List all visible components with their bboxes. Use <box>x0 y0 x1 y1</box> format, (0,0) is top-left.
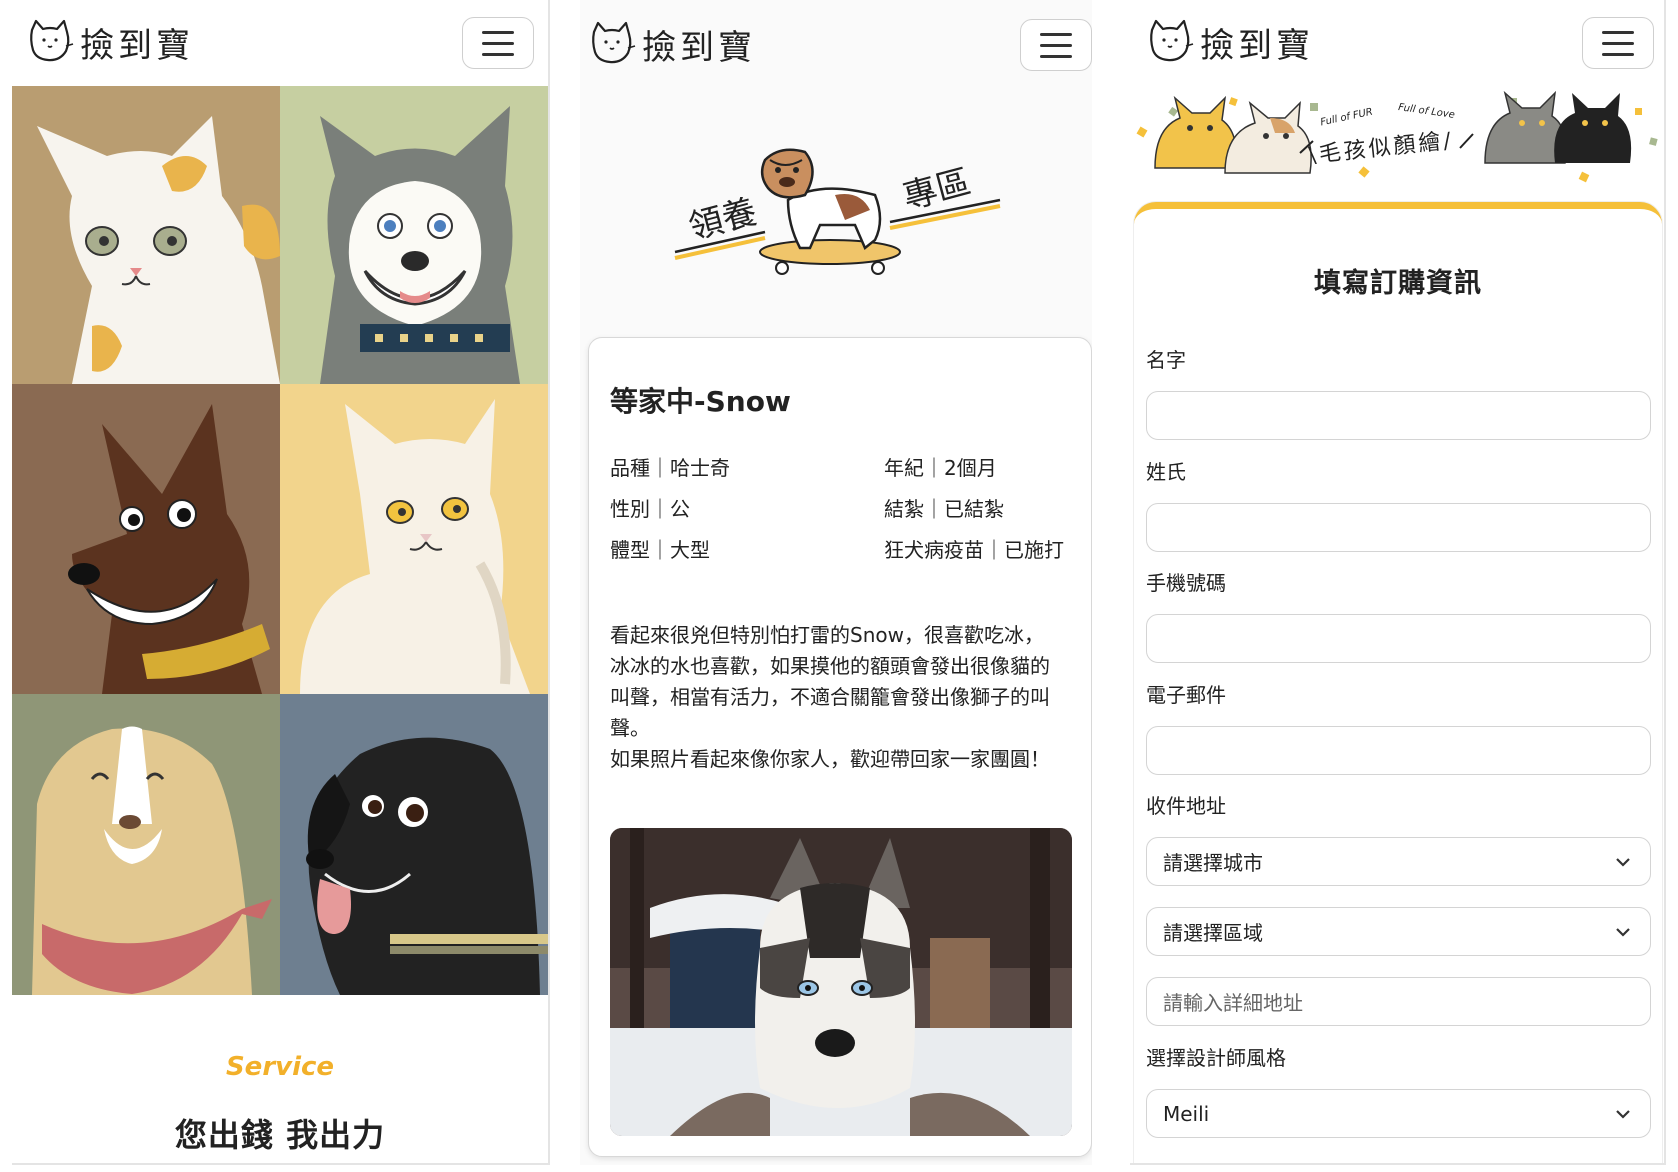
pet-description-line: 叫聲，相當有活力，不適合關籠會發出像獅子的叫 <box>610 685 1050 709</box>
address-input[interactable]: 請輸入詳細地址 <box>1146 977 1651 1026</box>
adoption-screen: 撿到寶 領養 專區 等家中-Snow 品種｜哈士奇 年紀｜2個月 性別｜公 結紮… <box>580 0 1092 1165</box>
city-select-value: 請選擇城市 <box>1163 851 1263 875</box>
menu-line-icon <box>1602 41 1634 45</box>
service-heading-zh: 您出錢 我出力 <box>174 1116 386 1154</box>
cat-logo-icon <box>30 19 74 62</box>
name-label: 名字 <box>1146 348 1186 372</box>
pet-card-title: 等家中-Snow <box>610 385 791 418</box>
pet-description-line: 冰冰的水也喜歡，如果摸他的額頭會發出很像貓的 <box>610 654 1050 678</box>
menu-line-icon <box>1602 30 1634 34</box>
brand-name: 撿到寶 <box>642 27 756 68</box>
pet-info-gender: 性別｜公 <box>610 497 690 521</box>
pet-description-line: 看起來很兇但特別怕打雷的Snow，很喜歡吃冰， <box>610 623 1044 647</box>
hamburger-menu-button[interactable] <box>462 17 534 69</box>
header: 撿到寶 <box>1130 0 1664 86</box>
husky-photo <box>610 828 1072 1136</box>
style-label: 選擇設計師風格 <box>1146 1046 1286 1070</box>
address-placeholder: 請輸入詳細地址 <box>1163 991 1303 1015</box>
pet-info-size: 體型｜大型 <box>610 538 710 562</box>
black-dog-illustration-tile <box>280 694 548 995</box>
adoption-banner: 領養 專區 <box>670 140 1010 290</box>
header: 撿到寶 <box>12 0 548 86</box>
pet-info-breed: 品種｜哈士奇 <box>610 456 730 480</box>
menu-line-icon <box>1040 43 1072 47</box>
surname-label: 姓氏 <box>1146 460 1186 484</box>
brown-dog-illustration-tile <box>12 384 280 694</box>
hamburger-menu-button[interactable] <box>1020 19 1092 71</box>
service-heading-en: Service <box>225 1052 335 1082</box>
chevron-down-icon <box>1616 858 1630 867</box>
cat-illustration-tile <box>12 86 280 384</box>
chevron-down-icon <box>1616 1110 1630 1119</box>
menu-line-icon <box>482 52 514 56</box>
pet-info-vaccine: 狂犬病疫苗｜已施打 <box>884 538 1064 562</box>
designer-style-select[interactable]: Meili <box>1146 1089 1651 1138</box>
district-select[interactable]: 請選擇區域 <box>1146 907 1651 956</box>
chevron-down-icon <box>1616 928 1630 937</box>
logo[interactable]: 撿到寶 <box>1146 14 1314 70</box>
phone-label: 手機號碼 <box>1146 571 1226 595</box>
logo[interactable]: 撿到寶 <box>588 16 756 72</box>
phone-input[interactable] <box>1146 614 1651 663</box>
address-label: 收件地址 <box>1146 794 1226 818</box>
portrait-banner: Full of FUR Full of Love \毛孩似顏繪/ <box>1130 88 1664 196</box>
email-label: 電子郵件 <box>1146 683 1226 707</box>
logo[interactable]: 撿到寶 <box>26 14 194 70</box>
hamburger-menu-button[interactable] <box>1582 17 1654 69</box>
cat-logo-icon <box>1150 19 1194 62</box>
surname-input[interactable] <box>1146 503 1651 552</box>
husky-illustration-tile <box>280 86 548 384</box>
pet-info-age: 年紀｜2個月 <box>884 456 997 480</box>
name-input[interactable] <box>1146 391 1651 440</box>
home-screen: 撿到寶 Service 您出錢 我出力 <box>12 0 550 1165</box>
form-title: 填寫訂購資訊 <box>1314 268 1482 299</box>
menu-line-icon <box>482 30 514 34</box>
order-form-screen: 撿到寶 Full of FUR Full of Love \毛孩似顏繪/ 填寫訂… <box>1130 0 1666 1165</box>
city-select[interactable]: 請選擇城市 <box>1146 837 1651 886</box>
pet-card[interactable]: 等家中-Snow 品種｜哈士奇 年紀｜2個月 性別｜公 結紮｜已結紮 體型｜大型… <box>588 337 1092 1157</box>
brand-name: 撿到寶 <box>1200 25 1314 66</box>
menu-line-icon <box>482 41 514 45</box>
menu-line-icon <box>1040 54 1072 58</box>
email-input[interactable] <box>1146 726 1651 775</box>
header: 撿到寶 <box>580 0 1092 86</box>
district-select-value: 請選擇區域 <box>1163 921 1263 945</box>
pet-info-neutered: 結紮｜已結紮 <box>884 497 1004 521</box>
pet-description-line: 聲。 <box>610 716 650 740</box>
cat-logo-icon <box>592 21 636 64</box>
order-form: 填寫訂購資訊 名字 姓氏 手機號碼 電子郵件 收件地址 請選擇城市 請選擇區域 … <box>1134 202 1662 1163</box>
menu-line-icon <box>1602 52 1634 56</box>
pet-illustration-grid <box>12 86 548 995</box>
brand-name: 撿到寶 <box>80 25 194 66</box>
pet-description: 看起來很兇但特別怕打雷的Snow，很喜歡吃冰， 冰冰的水也喜歡，如果摸他的額頭會… <box>610 620 1075 775</box>
pet-description-line: 如果照片看起來像你家人，歡迎帶回家一家團圓！ <box>610 747 1050 771</box>
golden-dog-illustration-tile <box>12 694 280 995</box>
menu-line-icon <box>1040 32 1072 36</box>
designer-style-value: Meili <box>1163 1101 1210 1126</box>
white-cat-illustration-tile <box>280 384 548 694</box>
